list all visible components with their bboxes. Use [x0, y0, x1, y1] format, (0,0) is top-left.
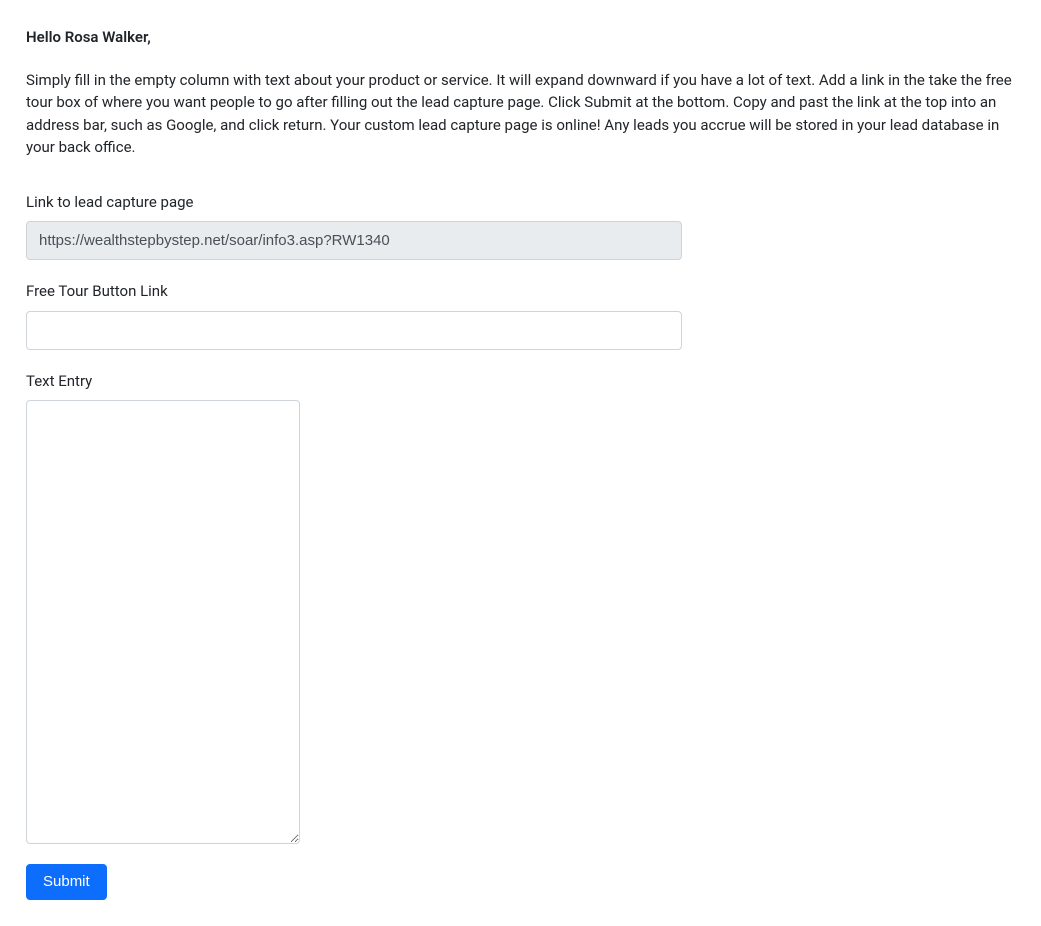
submit-button[interactable]: Submit — [26, 864, 107, 900]
link-field-group: Link to lead capture page — [26, 191, 1015, 261]
text-entry-group: Text Entry — [26, 370, 1015, 845]
tour-input[interactable] — [26, 311, 682, 350]
link-label: Link to lead capture page — [26, 191, 1015, 214]
link-input[interactable] — [26, 221, 682, 260]
intro-paragraph: Simply fill in the empty column with tex… — [26, 69, 1015, 159]
tour-field-group: Free Tour Button Link — [26, 280, 1015, 350]
text-entry-textarea[interactable] — [26, 400, 300, 844]
greeting-heading: Hello Rosa Walker, — [26, 26, 1015, 49]
tour-label: Free Tour Button Link — [26, 280, 1015, 303]
text-entry-label: Text Entry — [26, 370, 1015, 393]
